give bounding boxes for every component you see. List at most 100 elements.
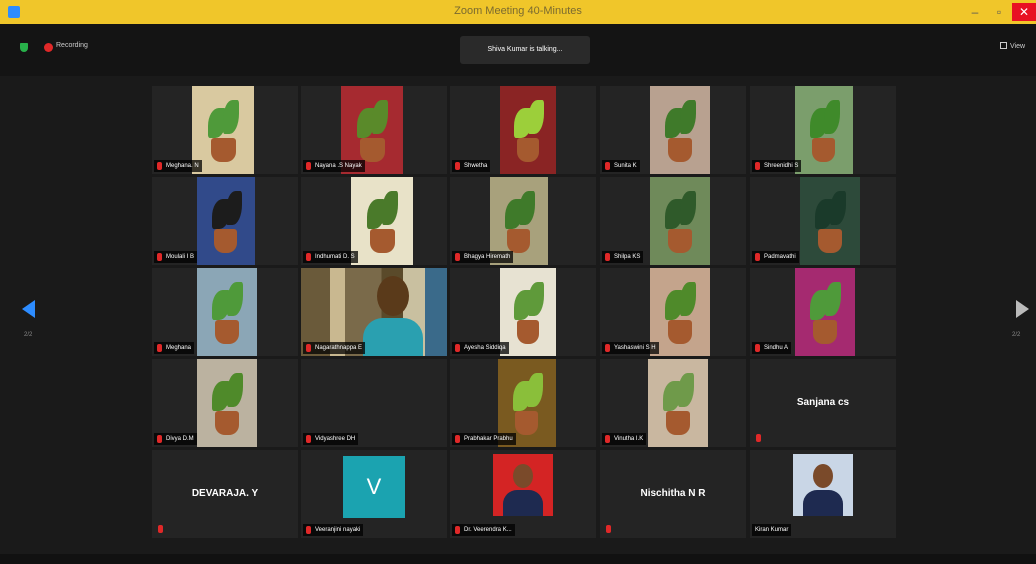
plant-leaf bbox=[227, 282, 243, 316]
participant-video bbox=[197, 177, 255, 265]
plant-pot bbox=[812, 138, 835, 162]
participant-video bbox=[500, 86, 556, 174]
minimize-button[interactable]: – bbox=[964, 3, 986, 21]
participant-name-tag: Shreenidhi S bbox=[752, 160, 802, 172]
participant-tile[interactable]: V Veeranjini nayaki bbox=[301, 450, 447, 538]
muted-mic-icon bbox=[755, 162, 760, 170]
close-button[interactable]: ✕ bbox=[1012, 3, 1036, 21]
muted-mic-icon bbox=[455, 253, 460, 261]
muted-mic-icon bbox=[306, 162, 311, 170]
plant-leaf bbox=[528, 100, 544, 134]
participant-name-tag: Prabhakar Prabhu bbox=[452, 433, 516, 445]
participant-tile[interactable]: DEVARAJA. Y bbox=[152, 450, 298, 538]
participant-name-tag: Indhumati D. S bbox=[303, 251, 358, 263]
participant-tile[interactable]: Shilpa KS bbox=[600, 177, 746, 265]
participant-tile[interactable]: Divya D.M bbox=[152, 359, 298, 447]
muted-mic-icon bbox=[455, 435, 460, 443]
participant-video bbox=[650, 177, 710, 265]
profile-photo bbox=[493, 454, 553, 516]
muted-mic-icon bbox=[605, 162, 610, 170]
page-indicator-right: 2/2 bbox=[1012, 332, 1021, 338]
plant-pot bbox=[668, 229, 692, 253]
plant-leaf bbox=[825, 282, 841, 316]
photo-suit bbox=[503, 490, 543, 516]
participant-name: Ayesha Siddiqa bbox=[464, 345, 506, 351]
participant-name: Nayana .S Nayak bbox=[315, 163, 362, 169]
participant-tile[interactable]: Vinutha I.K bbox=[600, 359, 746, 447]
plant-leaf bbox=[678, 373, 694, 407]
muted-mic-icon bbox=[455, 344, 460, 352]
participant-name: Divya D.M bbox=[166, 436, 194, 442]
plant-leaf bbox=[227, 373, 243, 407]
participant-tile[interactable]: Shwetha bbox=[450, 86, 596, 174]
participant-tile[interactable]: Padmavathi bbox=[750, 177, 896, 265]
participant-name-tag: Meghana. N bbox=[154, 160, 202, 172]
participant-tile[interactable]: Indhumati D. S bbox=[301, 177, 447, 265]
plant-leaf bbox=[824, 100, 840, 134]
participant-name: Vinutha I.K bbox=[614, 436, 644, 442]
participant-tile[interactable]: Sindhu A bbox=[750, 268, 896, 356]
participant-name-display: Sanjana cs bbox=[796, 397, 850, 408]
participant-tile[interactable]: Moulali I B bbox=[152, 177, 298, 265]
previous-page-button[interactable] bbox=[22, 300, 35, 318]
next-page-button[interactable] bbox=[1016, 300, 1029, 318]
participant-name: Veeranjini nayaki bbox=[315, 527, 361, 533]
page-indicator-left: 2/2 bbox=[24, 332, 33, 338]
participant-tile[interactable]: Prabhakar Prabhu bbox=[450, 359, 596, 447]
participant-tile[interactable]: Vidyashree DH bbox=[301, 359, 447, 447]
participant-name-tag: Yashaswini S H bbox=[602, 342, 659, 354]
participant-video bbox=[650, 268, 710, 356]
participant-tile[interactable]: Nayana .S Nayak bbox=[301, 86, 447, 174]
plant-leaf bbox=[226, 191, 242, 225]
plant-pot bbox=[211, 138, 236, 162]
plant-pot bbox=[215, 411, 239, 435]
participant-video bbox=[800, 177, 860, 265]
participant-tile[interactable]: Nischitha N R bbox=[600, 450, 746, 538]
participant-name: Prabhakar Prabhu bbox=[464, 436, 513, 442]
participant-name-tag: Sindhu A bbox=[752, 342, 792, 354]
plant-leaf bbox=[680, 100, 696, 134]
participant-name-tag: Bhagya Hiremath bbox=[452, 251, 514, 263]
participant-face bbox=[377, 276, 409, 316]
plant-leaf bbox=[382, 191, 398, 225]
meeting-topbar: Recording Shiva Kumar is talking... View bbox=[0, 24, 1036, 76]
muted-mic-icon bbox=[606, 525, 611, 533]
plant-pot bbox=[517, 320, 539, 344]
plant-pot bbox=[215, 320, 239, 344]
participant-tile[interactable]: Dr. Veerendra K... bbox=[450, 450, 596, 538]
participant-tile[interactable]: Yashaswini S H bbox=[600, 268, 746, 356]
participant-name-tag: Veeranjini nayaki bbox=[303, 524, 364, 536]
participant-tile[interactable]: Meghana bbox=[152, 268, 298, 356]
muted-mic-icon bbox=[455, 526, 460, 534]
participant-video bbox=[795, 86, 853, 174]
participant-tile[interactable]: Nagarathnappa E bbox=[301, 268, 447, 356]
plant-pot bbox=[515, 411, 538, 435]
plant-leaf bbox=[528, 282, 544, 316]
recording-label: Recording bbox=[56, 42, 88, 49]
participant-tile[interactable]: Meghana. N bbox=[152, 86, 298, 174]
participant-tile[interactable]: Kiran Kumar bbox=[750, 450, 896, 538]
participant-name-tag: Moulali I B bbox=[154, 251, 198, 263]
participant-tile[interactable]: Ayesha Siddiqa bbox=[450, 268, 596, 356]
participant-name: Sindhu A bbox=[764, 345, 789, 351]
participant-name: Shilpa KS bbox=[614, 254, 641, 260]
participant-name: Dr. Veerendra K... bbox=[464, 527, 512, 533]
participant-tile[interactable]: Sanjana cs bbox=[750, 359, 896, 447]
grid-view-icon bbox=[1000, 42, 1007, 49]
participant-tile[interactable]: Bhagya Hiremath bbox=[450, 177, 596, 265]
muted-mic-icon bbox=[306, 253, 311, 261]
participant-name-tag: Ayesha Siddiqa bbox=[452, 342, 509, 354]
maximize-button[interactable]: ▫ bbox=[988, 3, 1010, 21]
view-button[interactable]: View bbox=[1000, 42, 1025, 50]
participant-name-tag: Shwetha bbox=[452, 160, 491, 172]
participant-tile[interactable]: Sunita K bbox=[600, 86, 746, 174]
participant-name-display: DEVARAJA. Y bbox=[191, 488, 259, 499]
participant-tile[interactable]: Shreenidhi S bbox=[750, 86, 896, 174]
participant-name: Shreenidhi S bbox=[764, 163, 799, 169]
participant-name: Sunita K bbox=[614, 163, 637, 169]
muted-mic-icon bbox=[157, 344, 162, 352]
security-shield-icon[interactable] bbox=[20, 43, 28, 52]
plant-leaf bbox=[680, 191, 696, 225]
muted-mic-icon bbox=[756, 434, 761, 442]
muted-mic-icon bbox=[755, 253, 760, 261]
